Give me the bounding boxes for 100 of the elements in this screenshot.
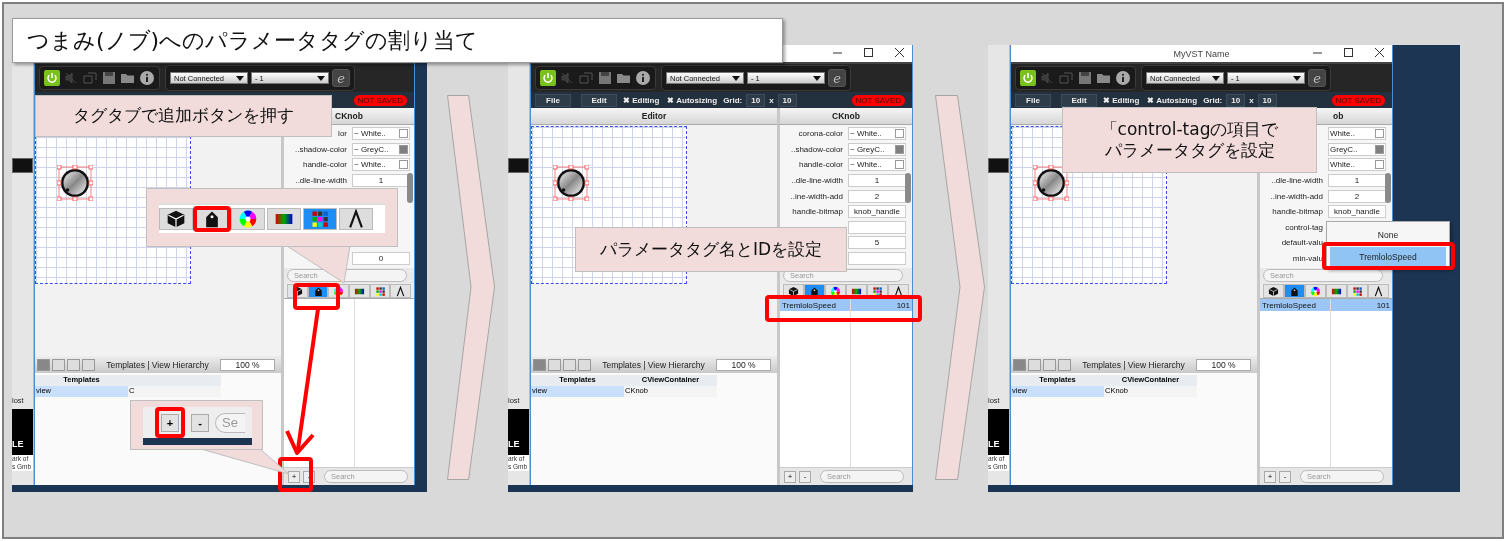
- property-field[interactable]: [848, 220, 906, 234]
- toggle-button[interactable]: [1028, 358, 1041, 371]
- option-toggle[interactable]: ✖ Editing: [621, 95, 662, 105]
- scrollbar-thumb[interactable]: [1385, 173, 1391, 203]
- menu-item[interactable]: TremloloSpeed: [1330, 247, 1446, 266]
- zoom-field[interactable]: 100 %: [220, 358, 275, 371]
- add-button[interactable]: +: [784, 470, 796, 483]
- property-field[interactable]: 2: [1328, 189, 1386, 203]
- property-field[interactable]: White..: [1328, 127, 1386, 141]
- remove-button[interactable]: -: [799, 470, 811, 483]
- maximize-icon[interactable]: [1344, 48, 1353, 57]
- info-icon[interactable]: [139, 70, 155, 86]
- dropdown-edge: [988, 158, 1009, 173]
- grid-separator: x: [769, 95, 774, 105]
- toggle-button[interactable]: [1058, 358, 1071, 371]
- toggle-button[interactable]: [52, 358, 65, 371]
- property-label: lor: [337, 129, 348, 139]
- grid-field[interactable]: 10: [746, 93, 766, 107]
- lambda-icon: [346, 209, 366, 229]
- script-button[interactable]: e: [1308, 69, 1326, 87]
- scrollbar-thumb[interactable]: [407, 173, 413, 203]
- remove-button[interactable]: -: [191, 413, 209, 432]
- grid-label: Grid:: [723, 95, 743, 105]
- tab[interactable]: [339, 208, 373, 230]
- toggle-button[interactable]: [548, 358, 561, 371]
- script-button[interactable]: e: [828, 69, 846, 87]
- scrollbar-thumb[interactable]: [905, 173, 911, 203]
- tab[interactable]: [159, 208, 193, 230]
- zoom-field[interactable]: 100 %: [1196, 358, 1251, 371]
- knob-drawing[interactable]: [1033, 165, 1069, 201]
- tab[interactable]: [1368, 284, 1389, 298]
- zoom-field[interactable]: 100 %: [716, 358, 771, 371]
- toggle-button[interactable]: [578, 358, 591, 371]
- property-field[interactable]: 0: [352, 252, 410, 266]
- property-field[interactable]: knob_handle: [848, 205, 906, 219]
- script-button[interactable]: e: [332, 69, 350, 87]
- info-icon[interactable]: [1115, 70, 1131, 86]
- toggle-button[interactable]: [1043, 358, 1056, 371]
- property-field[interactable]: 1: [1328, 174, 1386, 188]
- property-field[interactable]: GreyC..: [1328, 142, 1386, 156]
- power-icon[interactable]: [44, 70, 60, 86]
- grid-field[interactable]: 10: [1257, 93, 1277, 107]
- toggle-button[interactable]: [563, 358, 576, 371]
- add-button[interactable]: +: [288, 470, 300, 483]
- tab[interactable]: [267, 208, 301, 230]
- caret-icon: [1293, 75, 1301, 81]
- property-field[interactable]: 1: [352, 174, 410, 188]
- tag-row[interactable]: TremloloSpeed 101: [1260, 299, 1392, 311]
- tag-row[interactable]: TremloloSpeed 101: [780, 299, 912, 311]
- tab[interactable]: [1284, 284, 1305, 298]
- toggle-button[interactable]: [533, 358, 546, 371]
- color-wheel-icon: [238, 209, 258, 229]
- power-icon[interactable]: [540, 70, 556, 86]
- toggle-button[interactable]: [67, 358, 80, 371]
- edit-menu[interactable]: Edit: [581, 93, 617, 107]
- menu-item[interactable]: None: [1330, 225, 1446, 244]
- tab[interactable]: [349, 284, 370, 298]
- tab[interactable]: [390, 284, 412, 298]
- property-field[interactable]: ~ White..: [352, 158, 410, 172]
- tab[interactable]: [1326, 284, 1347, 298]
- property-field[interactable]: ~ White..: [848, 158, 906, 172]
- remove-button[interactable]: -: [1279, 470, 1291, 483]
- property-field[interactable]: ~ White..: [848, 127, 906, 141]
- add-button[interactable]: +: [1264, 470, 1276, 483]
- property-field[interactable]: ~ GreyC..: [352, 142, 410, 156]
- option-toggle[interactable]: ✖ Editing: [1101, 95, 1142, 105]
- file-menu[interactable]: File: [1015, 93, 1051, 107]
- property-field[interactable]: [848, 252, 906, 266]
- knob-drawing[interactable]: [57, 165, 93, 201]
- property-field[interactable]: 1: [848, 174, 906, 188]
- knob-drawing[interactable]: [553, 165, 589, 201]
- property-field[interactable]: knob_handle: [1328, 205, 1386, 219]
- tab[interactable]: [303, 208, 337, 230]
- edit-menu[interactable]: Edit: [1061, 93, 1097, 107]
- file-menu[interactable]: File: [535, 93, 571, 107]
- grid-field[interactable]: 10: [1226, 93, 1246, 107]
- property-field[interactable]: ~ White..: [352, 127, 410, 141]
- property-field[interactable]: White..: [1328, 158, 1386, 172]
- property-field[interactable]: 2: [848, 189, 906, 203]
- tab[interactable]: [231, 208, 265, 230]
- option-toggle[interactable]: ✖ Autosizing: [665, 95, 720, 105]
- toggle-button[interactable]: [82, 358, 95, 371]
- tab[interactable]: [1263, 284, 1284, 298]
- property-field[interactable]: 5: [848, 236, 906, 250]
- close-icon[interactable]: [895, 48, 904, 57]
- power-icon[interactable]: [1020, 70, 1036, 86]
- property-field[interactable]: ~ GreyC..: [848, 142, 906, 156]
- tab[interactable]: [195, 208, 229, 230]
- tab[interactable]: [1305, 284, 1326, 298]
- option-toggle[interactable]: ✖ Autosizing: [1145, 95, 1200, 105]
- close-icon[interactable]: [1375, 48, 1384, 57]
- property-label: ..shadow-color: [789, 144, 844, 154]
- toggle-button[interactable]: [1013, 358, 1026, 371]
- toggle-button[interactable]: [37, 358, 50, 371]
- info-icon[interactable]: [635, 70, 651, 86]
- callout-text: パラメータタグを設定: [1104, 140, 1275, 162]
- add-button[interactable]: +: [161, 414, 179, 432]
- grid-field[interactable]: 10: [777, 93, 797, 107]
- status-badge: NOT SAVED: [1331, 94, 1385, 106]
- maximize-icon[interactable]: [864, 48, 873, 57]
